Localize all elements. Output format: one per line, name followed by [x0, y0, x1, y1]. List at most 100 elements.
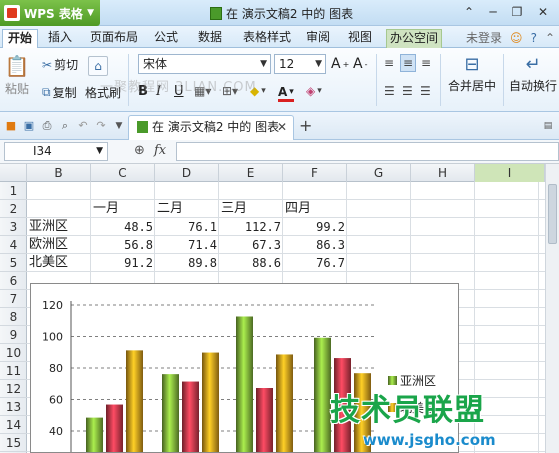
tab-data[interactable]: 数据 [194, 29, 226, 48]
row-header[interactable]: 10 [0, 344, 27, 362]
undo-icon[interactable]: ↶ [76, 119, 90, 133]
row-header[interactable]: 14 [0, 416, 27, 434]
region-cell[interactable]: 亚洲区 [29, 218, 68, 236]
skin-icon[interactable]: ☺ [510, 31, 523, 45]
value-cell[interactable]: 88.6 [219, 254, 283, 272]
skin-button[interactable]: ⌃ [458, 3, 480, 21]
font-name-select[interactable]: 宋体 ▼ [138, 54, 271, 74]
align-center-button[interactable]: ☰ [402, 84, 413, 98]
tab-list-icon[interactable]: ▤ [541, 119, 555, 133]
column-header[interactable]: B [27, 164, 91, 182]
region-cell[interactable]: 北美区 [29, 254, 68, 272]
name-box[interactable]: I34 ▼ [4, 142, 108, 161]
row-header[interactable]: 15 [0, 434, 27, 452]
value-cell[interactable]: 71.4 [155, 236, 219, 254]
column-header[interactable]: G [347, 164, 411, 182]
row-header[interactable]: 3 [0, 218, 27, 236]
header-cell[interactable]: 三月 [221, 200, 247, 218]
paste-button[interactable]: 📋 粘贴 [4, 54, 30, 97]
embedded-chart[interactable]: 120 100 80 60 40 亚洲区 北美区 [30, 283, 459, 453]
value-cell[interactable]: 76.7 [283, 254, 347, 272]
row-header[interactable]: 1 [0, 182, 27, 200]
close-tab-icon[interactable]: ✕ [277, 116, 287, 139]
new-tab-button[interactable]: + [299, 116, 312, 135]
restore-button[interactable]: ❐ [506, 3, 528, 21]
row-header[interactable]: 4 [0, 236, 27, 254]
value-cell[interactable]: 91.2 [91, 254, 155, 272]
chevron-down-icon[interactable]: ▼ [112, 119, 126, 133]
document-tab[interactable]: 在 演示文稿2 中的 图表 ✕ [128, 115, 294, 140]
align-right-button[interactable]: ☰ [420, 84, 431, 98]
value-cell[interactable]: 67.3 [219, 236, 283, 254]
copy-button[interactable]: ⧉ 复制 [42, 84, 77, 101]
close-button[interactable]: ✕ [532, 3, 554, 21]
tab-view[interactable]: 视图 [344, 29, 376, 48]
zoom-icon[interactable]: ⊕ [134, 143, 145, 158]
vertical-scrollbar[interactable] [545, 164, 559, 453]
header-cell[interactable]: 四月 [285, 200, 311, 218]
row-header[interactable]: 5 [0, 254, 27, 272]
column-header[interactable]: C [91, 164, 155, 182]
scrollbar-thumb[interactable] [548, 184, 557, 244]
value-cell[interactable]: 89.8 [155, 254, 219, 272]
print-preview-icon[interactable]: ⌕ [58, 119, 72, 133]
chevron-down-icon: ▼ [260, 59, 267, 69]
cut-button[interactable]: ✂ 剪切 [42, 56, 78, 73]
print-icon[interactable]: ⎙ [40, 119, 54, 133]
value-cell[interactable]: 99.2 [283, 218, 347, 236]
column-header[interactable]: D [155, 164, 219, 182]
row-header[interactable]: 9 [0, 326, 27, 344]
row-header[interactable]: 11 [0, 362, 27, 380]
tab-table-style[interactable]: 表格样式 [238, 29, 296, 48]
collapse-ribbon-icon[interactable]: ⌃ [545, 31, 555, 45]
increase-font-button[interactable]: A + [331, 56, 349, 72]
insert-function-button[interactable]: fx [154, 143, 166, 158]
column-header-selected[interactable]: I [475, 164, 545, 182]
clear-format-button[interactable]: ◈ ▾ [306, 84, 322, 98]
wps-logo-icon [4, 5, 20, 21]
decrease-font-button[interactable]: A- [353, 56, 367, 72]
merge-center-button[interactable]: ⊟ 合并居中 [447, 54, 497, 94]
tab-page-layout[interactable]: 页面布局 [86, 29, 142, 48]
value-cell[interactable]: 86.3 [283, 236, 347, 254]
tab-review[interactable]: 审阅 [302, 29, 334, 48]
select-all-corner[interactable] [0, 164, 27, 182]
font-color-button[interactable]: A ▾ [278, 84, 294, 102]
save-icon[interactable]: ▣ [22, 119, 36, 133]
header-cell[interactable]: 二月 [157, 200, 183, 218]
redo-icon[interactable]: ↷ [94, 119, 108, 133]
row-header[interactable]: 8 [0, 308, 27, 326]
auto-wrap-button[interactable]: ↵ 自动换行 [508, 54, 558, 94]
column-header[interactable]: F [283, 164, 347, 182]
bar-四月-欧洲区 [334, 358, 351, 452]
value-cell[interactable]: 48.5 [91, 218, 155, 236]
header-cell[interactable]: 一月 [93, 200, 119, 218]
row-header[interactable]: 6 [0, 272, 27, 290]
row-header[interactable]: 12 [0, 380, 27, 398]
row-header[interactable]: 7 [0, 290, 27, 308]
login-link[interactable]: 未登录 [466, 29, 502, 46]
tab-insert[interactable]: 插入 [44, 29, 76, 48]
region-cell[interactable]: 欧洲区 [29, 236, 68, 254]
value-cell[interactable]: 112.7 [219, 218, 283, 236]
row-header[interactable]: 2 [0, 200, 27, 218]
align-left-button[interactable]: ☰ [384, 84, 395, 98]
tab-home[interactable]: 开始 [2, 29, 38, 48]
column-header[interactable]: E [219, 164, 283, 182]
font-size-select[interactable]: 12 ▼ [274, 54, 326, 74]
align-top-button[interactable]: ≡ [384, 56, 394, 70]
value-cell[interactable]: 56.8 [91, 236, 155, 254]
value-cell[interactable]: 76.1 [155, 218, 219, 236]
column-header[interactable]: H [411, 164, 475, 182]
align-bottom-button[interactable]: ≡ [421, 56, 431, 70]
row-header[interactable]: 13 [0, 398, 27, 416]
tab-office-space[interactable]: 办公空间 [386, 29, 442, 48]
folder-icon[interactable]: ■ [4, 119, 18, 133]
app-menu-button[interactable]: WPS 表格 ▼ [0, 0, 100, 26]
align-middle-button[interactable]: ≡ [400, 54, 416, 72]
formula-input[interactable] [176, 142, 559, 161]
minimize-button[interactable]: ─ [482, 3, 504, 21]
tab-formulas[interactable]: 公式 [150, 29, 182, 48]
bar-二月-亚洲区 [162, 374, 179, 452]
help-icon[interactable]: ? [531, 31, 537, 45]
